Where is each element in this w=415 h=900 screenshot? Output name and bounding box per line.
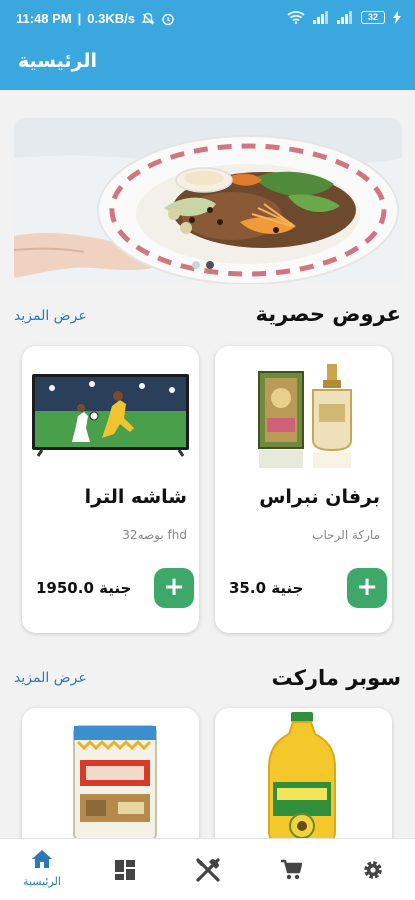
- product-card-oil[interactable]: [215, 708, 392, 848]
- app-bar: الرئيسية: [0, 38, 415, 90]
- product-price: 1950.0 جنية: [36, 579, 132, 597]
- nav-settings[interactable]: [343, 859, 403, 885]
- nav-home[interactable]: الرئيسية: [12, 849, 72, 888]
- supermarket-see-more-link[interactable]: عرض المزيد: [14, 670, 87, 686]
- promo-banner[interactable]: [14, 118, 402, 284]
- banner-dot-2[interactable]: [206, 261, 214, 269]
- banner-dot-1[interactable]: [192, 261, 200, 269]
- categories-icon: [115, 860, 135, 880]
- restaurant-icon: [196, 858, 220, 882]
- product-card-ghee[interactable]: [22, 708, 199, 848]
- bottom-navigation: الرئيسية: [0, 838, 415, 900]
- product-card-tv[interactable]: شاشه الترا 32بوصه fhd 1950.0 جنية +: [22, 346, 199, 633]
- product-name: شاشه الترا: [84, 486, 187, 508]
- page-title: الرئيسية: [18, 50, 97, 72]
- muted-bell-icon: [141, 12, 155, 24]
- settings-icon: [364, 861, 382, 879]
- nav-categories[interactable]: [95, 859, 155, 885]
- home-icon: [32, 850, 52, 868]
- add-to-cart-button[interactable]: +: [154, 568, 194, 608]
- status-network-speed: 0.3KB/s: [87, 11, 135, 26]
- supermarket-title: سوبر ماركت: [271, 666, 402, 690]
- add-to-cart-button[interactable]: +: [347, 568, 387, 608]
- alarm-icon: [162, 13, 174, 25]
- product-price: 35.0 جنية: [229, 579, 304, 597]
- battery-icon: 32: [361, 10, 385, 24]
- exclusive-see-more-link[interactable]: عرض المزيد: [14, 308, 87, 324]
- tv-image: [32, 358, 189, 470]
- food-plate-image: [14, 118, 402, 284]
- banner-pagination[interactable]: [192, 261, 214, 269]
- ghee-tin-image: [73, 725, 157, 841]
- signal-icon: [313, 10, 328, 24]
- cart-icon: [281, 859, 303, 880]
- nav-home-label: الرئيسية: [23, 875, 61, 888]
- nav-restaurants[interactable]: [178, 857, 238, 887]
- product-card-perfume[interactable]: برفان نبراس ماركة الرحاب 35.0 جنية +: [215, 346, 392, 633]
- oil-bottle-image: [268, 712, 336, 847]
- exclusive-offers-title: عروض حصرية: [255, 302, 401, 326]
- product-subtitle: 32بوصه fhd: [122, 528, 187, 542]
- status-time: 11:48 PM: [16, 11, 72, 26]
- status-bar: 11:48 PM | 0.3KB/s 32: [0, 0, 415, 38]
- perfume-image: [225, 358, 382, 470]
- charging-icon: [393, 10, 401, 24]
- product-subtitle: ماركة الرحاب: [312, 528, 380, 542]
- wifi-icon: [287, 11, 305, 24]
- nav-cart[interactable]: [261, 859, 321, 885]
- signal-icon-2: [337, 10, 352, 24]
- product-name: برفان نبراس: [259, 486, 380, 508]
